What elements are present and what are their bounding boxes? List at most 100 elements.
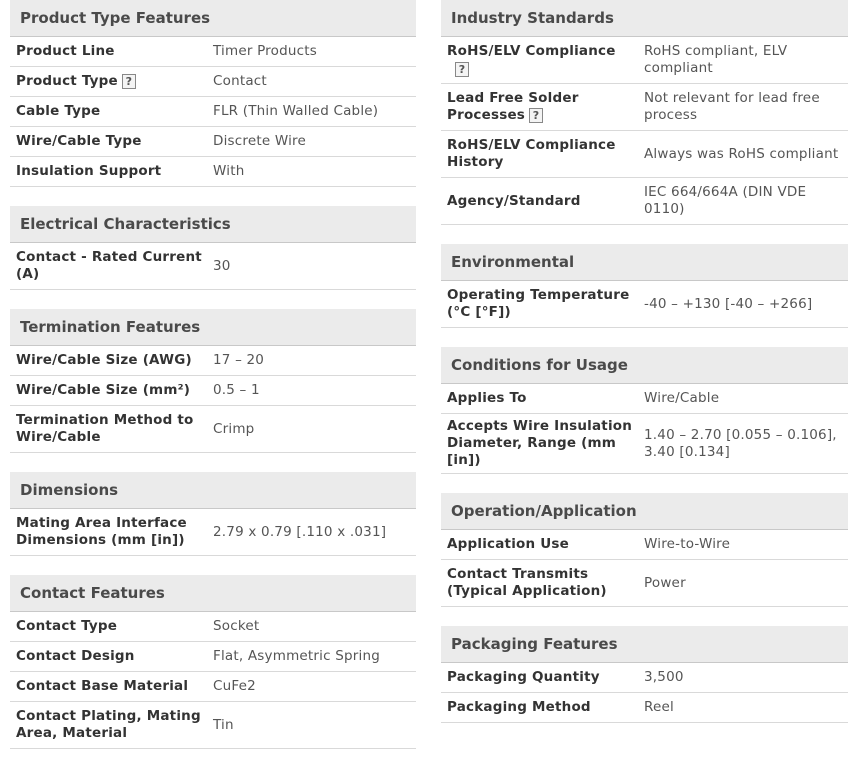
spec-label: Product Line bbox=[16, 43, 115, 59]
section-title: Contact Features bbox=[10, 575, 416, 612]
spec-value: Flat, Asymmetric Spring bbox=[213, 648, 381, 664]
spec-value: 30 bbox=[213, 257, 231, 274]
spec-label: Contact Type bbox=[16, 618, 118, 634]
spec-row-applies-to: Applies To Wire/Cable bbox=[441, 384, 848, 414]
section-contact-features: Contact Features Contact Type Socket Con… bbox=[10, 575, 416, 749]
spec-label: Cable Type bbox=[16, 103, 101, 119]
spec-label: Contact - Rated Current (A) bbox=[16, 249, 202, 282]
spec-row-product-type: Product Type? Contact bbox=[10, 67, 416, 97]
spec-label: Product Type bbox=[16, 73, 118, 89]
spec-row-packaging-quantity: Packaging Quantity 3,500 bbox=[441, 663, 848, 693]
spec-label: Packaging Quantity bbox=[447, 669, 600, 685]
spec-label: RoHS/ELV Compliance bbox=[447, 42, 616, 59]
section-dimensions: Dimensions Mating Area Interface Dimensi… bbox=[10, 472, 416, 556]
spec-label: RoHS/ELV Compliance History bbox=[447, 137, 616, 170]
spec-label: Wire/Cable Size (mm²) bbox=[16, 382, 191, 398]
section-termination-features: Termination Features Wire/Cable Size (AW… bbox=[10, 309, 416, 453]
spec-label: Insulation Support bbox=[16, 163, 162, 179]
spec-label: Packaging Method bbox=[447, 699, 591, 715]
spec-value: With bbox=[213, 163, 245, 179]
spec-value: 2.79 x 0.79 [.110 x .031] bbox=[213, 523, 387, 540]
spec-value: Wire-to-Wire bbox=[644, 536, 731, 552]
spec-label: Contact Base Material bbox=[16, 678, 189, 694]
spec-row-lead-free-solder: Lead Free Solder Processes? Not relevant… bbox=[441, 84, 848, 131]
spec-value: Not relevant for lead free process bbox=[644, 90, 820, 123]
spec-value: RoHS compliant, ELV compliant bbox=[644, 43, 788, 76]
section-environmental: Environmental Operating Temperature (°C … bbox=[441, 244, 848, 328]
section-electrical-characteristics: Electrical Characteristics Contact - Rat… bbox=[10, 206, 416, 290]
spec-label: Contact Transmits (Typical Application) bbox=[447, 566, 607, 599]
spec-row-contact-type: Contact Type Socket bbox=[10, 612, 416, 642]
spec-row-wire-size-mm2: Wire/Cable Size (mm²) 0.5 – 1 bbox=[10, 376, 416, 406]
section-title: Industry Standards bbox=[441, 0, 848, 37]
section-title: Operation/Application bbox=[441, 493, 848, 530]
spec-row-contact-plating: Contact Plating, Mating Area, Material T… bbox=[10, 702, 416, 749]
spec-row-wire-cable-type: Wire/Cable Type Discrete Wire bbox=[10, 127, 416, 157]
spec-value: -40 – +130 [-40 – +266] bbox=[644, 295, 813, 312]
spec-value: IEC 664/664A (DIN VDE 0110) bbox=[644, 184, 807, 217]
spec-label-wrap: Lead Free Solder Processes? bbox=[441, 90, 644, 124]
help-icon[interactable]: ? bbox=[529, 107, 544, 123]
spec-row-contact-transmits: Contact Transmits (Typical Application) … bbox=[441, 560, 848, 607]
spec-value: Discrete Wire bbox=[213, 133, 307, 149]
spec-label: Application Use bbox=[447, 536, 569, 552]
spec-value: FLR (Thin Walled Cable) bbox=[213, 103, 379, 119]
spec-label: Termination Method to Wire/Cable bbox=[16, 412, 194, 445]
spec-row-agency-standard: Agency/Standard IEC 664/664A (DIN VDE 01… bbox=[441, 178, 848, 225]
section-product-type-features: Product Type Features Product Line Timer… bbox=[10, 0, 416, 187]
spec-label: Contact Design bbox=[16, 648, 135, 664]
spec-label: Contact Plating, Mating Area, Material bbox=[16, 708, 201, 741]
spec-row-rohs-elv-history: RoHS/ELV Compliance History Always was R… bbox=[441, 131, 848, 178]
section-title: Dimensions bbox=[10, 472, 416, 509]
spec-value: 1.40 – 2.70 [0.055 – 0.106], 3.40 [0.134… bbox=[644, 426, 837, 460]
spec-value: 17 – 20 bbox=[213, 352, 265, 368]
spec-value: Power bbox=[644, 574, 686, 591]
spec-label: Operating Temperature (°C [°F]) bbox=[447, 287, 630, 320]
section-industry-standards: Industry Standards RoHS/ELV Compliance? … bbox=[441, 0, 848, 225]
spec-row-termination-method: Termination Method to Wire/Cable Crimp bbox=[10, 406, 416, 453]
left-column: Product Type Features Product Line Timer… bbox=[10, 0, 416, 768]
spec-label: Mating Area Interface Dimensions (mm [in… bbox=[16, 515, 187, 548]
spec-value: Tin bbox=[213, 716, 234, 733]
help-icon[interactable]: ? bbox=[455, 61, 469, 77]
spec-row-product-line: Product Line Timer Products bbox=[10, 37, 416, 67]
spec-value: Timer Products bbox=[213, 43, 317, 59]
spec-value: 3,500 bbox=[644, 669, 684, 685]
spec-row-operating-temperature: Operating Temperature (°C [°F]) -40 – +1… bbox=[441, 281, 848, 328]
spec-value: Always was RoHS compliant bbox=[644, 145, 839, 162]
section-title: Termination Features bbox=[10, 309, 416, 346]
spec-row-mating-area-dimensions: Mating Area Interface Dimensions (mm [in… bbox=[10, 509, 416, 556]
right-column: Industry Standards RoHS/ELV Compliance? … bbox=[441, 0, 848, 742]
section-title: Packaging Features bbox=[441, 626, 848, 663]
spec-row-rated-current: Contact - Rated Current (A) 30 bbox=[10, 243, 416, 290]
section-title: Conditions for Usage bbox=[441, 347, 848, 384]
spec-value: CuFe2 bbox=[213, 678, 256, 694]
spec-row-cable-type: Cable Type FLR (Thin Walled Cable) bbox=[10, 97, 416, 127]
spec-label-wrap: Product Type? bbox=[10, 73, 213, 90]
spec-row-contact-base-material: Contact Base Material CuFe2 bbox=[10, 672, 416, 702]
spec-row-insulation-support: Insulation Support With bbox=[10, 157, 416, 187]
spec-row-contact-design: Contact Design Flat, Asymmetric Spring bbox=[10, 642, 416, 672]
spec-label: Wire/Cable Size (AWG) bbox=[16, 352, 192, 368]
spec-label: Applies To bbox=[447, 390, 527, 406]
spec-value: 0.5 – 1 bbox=[213, 382, 260, 398]
spec-label: Lead Free Solder Processes bbox=[447, 90, 579, 123]
spec-row-rohs-elv-compliance: RoHS/ELV Compliance? RoHS compliant, ELV… bbox=[441, 37, 848, 84]
spec-value: Crimp bbox=[213, 420, 255, 437]
spec-label: Wire/Cable Type bbox=[16, 133, 142, 149]
section-packaging-features: Packaging Features Packaging Quantity 3,… bbox=[441, 626, 848, 723]
spec-value: Reel bbox=[644, 699, 674, 715]
section-operation-application: Operation/Application Application Use Wi… bbox=[441, 493, 848, 607]
spec-value: Socket bbox=[213, 618, 260, 634]
spec-row-wire-insulation-diameter: Accepts Wire Insulation Diameter, Range … bbox=[441, 414, 848, 474]
section-title: Electrical Characteristics bbox=[10, 206, 416, 243]
spec-label-wrap: RoHS/ELV Compliance? bbox=[441, 43, 644, 78]
help-icon[interactable]: ? bbox=[121, 73, 136, 89]
spec-row-wire-size-awg: Wire/Cable Size (AWG) 17 – 20 bbox=[10, 346, 416, 376]
section-title: Product Type Features bbox=[10, 0, 416, 37]
section-conditions-for-usage: Conditions for Usage Applies To Wire/Cab… bbox=[441, 347, 848, 474]
section-title: Environmental bbox=[441, 244, 848, 281]
spec-row-application-use: Application Use Wire-to-Wire bbox=[441, 530, 848, 560]
spec-row-packaging-method: Packaging Method Reel bbox=[441, 693, 848, 723]
spec-label: Agency/Standard bbox=[447, 192, 581, 209]
